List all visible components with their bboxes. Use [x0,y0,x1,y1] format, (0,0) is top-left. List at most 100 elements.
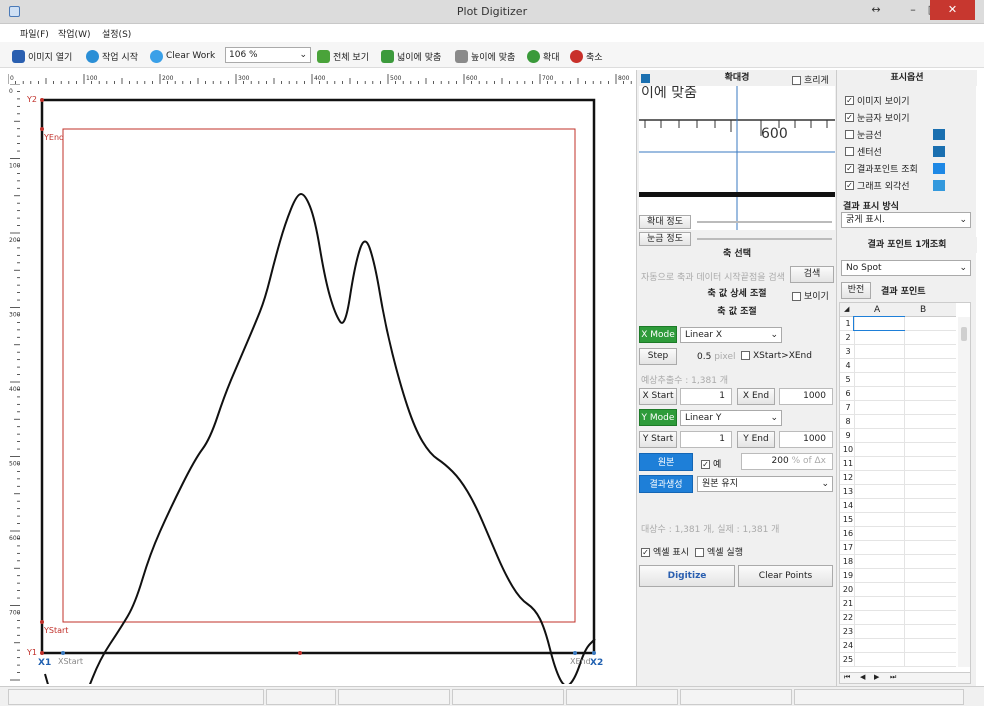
fit-all-button[interactable]: 전체 보기 [317,48,369,64]
x2-marker[interactable] [592,651,596,655]
cell-b[interactable] [904,457,956,470]
table-row[interactable]: 25 [840,653,956,667]
cell-a[interactable] [854,387,904,400]
cell-b[interactable] [904,401,956,414]
table-row[interactable]: 13 [840,485,956,499]
zoom-out-button[interactable]: 축소 [570,48,603,64]
minimize-button[interactable]: – [903,0,923,20]
cell-a[interactable] [854,555,904,568]
cell-b[interactable] [904,611,956,624]
y1-marker[interactable] [40,651,44,655]
display-option[interactable]: ✓ 이미지 보이기 [845,94,910,107]
step-value[interactable]: 0.5 pixel [697,352,736,362]
option-checkbox[interactable]: ✓ [845,113,854,122]
option-checkbox[interactable]: ✓ [845,96,854,105]
cell-b[interactable] [904,331,956,344]
center-marker[interactable] [298,651,302,655]
ystart-marker[interactable] [40,620,44,624]
cell-b[interactable] [904,597,956,610]
grid-scroll-thumb[interactable] [961,327,967,341]
clear-work-button[interactable]: Clear Work [150,48,215,64]
excel-show-checkbox[interactable]: ✓ 엑셀 표시 [641,545,689,558]
table-row[interactable]: 11 [840,457,956,471]
table-row[interactable]: 24 [840,639,956,653]
cell-b[interactable] [904,485,956,498]
cell-a[interactable] [854,583,904,596]
blur-checkbox[interactable]: 흐리게 [792,73,829,86]
option-color-swatch[interactable] [933,129,945,140]
grid-scrollbar[interactable] [958,317,970,667]
cell-b[interactable] [904,429,956,442]
table-row[interactable]: 15 [840,513,956,527]
cell-b[interactable] [904,653,956,666]
cell-a[interactable] [854,401,904,414]
table-row[interactable]: 20 [840,583,956,597]
result-button[interactable]: 결과생성 [639,475,693,493]
excel-run-checkbox[interactable]: 엑셀 실행 [695,545,743,558]
open-image-button[interactable]: 이미지 열기 [12,48,72,64]
table-row[interactable]: 3 [840,345,956,359]
menu-settings[interactable]: 설정(S) [102,27,131,40]
prev-icon[interactable]: ◀ [860,673,865,681]
last-icon[interactable]: ⏭ [890,673,896,682]
zoom-level-slider[interactable] [697,221,832,223]
result-points-grid[interactable]: ◢ A B 1 2 3 4 5 6 7 8 9 10 11 12 13 14 15 16 17 18 19 20 21 2… [839,302,971,682]
cell-b[interactable] [904,541,956,554]
display-option[interactable]: ✓ 그래프 외각선 [845,179,910,192]
cell-b[interactable] [904,373,956,386]
yend-button[interactable]: Y End [737,431,775,448]
table-row[interactable]: 18 [840,555,956,569]
cell-a[interactable] [854,457,904,470]
ruler-level-slider[interactable] [697,238,832,240]
cell-a[interactable] [854,485,904,498]
next-icon[interactable]: ▶ [874,673,879,681]
xend-input[interactable]: 1000 [779,388,833,405]
cell-a[interactable] [854,429,904,442]
cell-a[interactable] [854,373,904,386]
digitize-button[interactable]: Digitize [639,565,735,587]
cell-b[interactable] [904,527,956,540]
cell-a[interactable] [853,316,905,331]
result-mode-select[interactable]: 굵게 표시. ⌄ [841,212,971,228]
invert-button[interactable]: 반전 [841,282,871,299]
menu-file[interactable]: 파일(F) [20,27,49,40]
cell-b[interactable] [904,387,956,400]
fit-height-button[interactable]: 높이에 맞춤 [455,48,515,64]
cell-a[interactable] [854,625,904,638]
plot-canvas[interactable]: Y2 YEnd YStart Y1 X1 XStart XEnd X2 [20,84,633,684]
axis-detail-show-checkbox[interactable]: 보이기 [792,289,829,302]
cell-a[interactable] [854,443,904,456]
cell-a[interactable] [854,597,904,610]
table-row[interactable]: 14 [840,499,956,513]
table-row[interactable]: 7 [840,401,956,415]
cell-a[interactable] [854,331,904,344]
display-option[interactable]: ✓ 결과포인트 조회 [845,162,918,175]
table-row[interactable]: 4 [840,359,956,373]
table-row[interactable]: 17 [840,541,956,555]
table-row[interactable]: 5 [840,373,956,387]
cell-a[interactable] [854,569,904,582]
restore-icon[interactable]: ↔ [866,0,886,20]
xstart-input[interactable]: 1 [680,388,732,405]
table-row[interactable]: 16 [840,527,956,541]
display-option[interactable]: 센터선 [845,145,882,158]
cell-b[interactable] [904,499,956,512]
xend-button[interactable]: X End [737,388,775,405]
step-button[interactable]: Step [639,348,677,365]
cell-b[interactable] [904,415,956,428]
cell-a[interactable] [854,345,904,358]
table-row[interactable]: 1 [840,316,956,331]
xstart-button[interactable]: X Start [639,388,677,405]
table-row[interactable]: 2 [840,331,956,345]
cell-b[interactable] [904,639,956,652]
table-row[interactable]: 23 [840,625,956,639]
xstart-xend-checkbox[interactable]: XStart>XEnd [741,351,812,361]
cell-b[interactable] [904,555,956,568]
table-row[interactable]: 10 [840,443,956,457]
table-row[interactable]: 6 [840,387,956,401]
xmode-select[interactable]: Linear X ⌄ [680,327,782,343]
option-checkbox[interactable]: ✓ [845,164,854,173]
table-row[interactable]: 22 [840,611,956,625]
smooth-input[interactable]: 200 % of Δx [741,453,833,470]
cell-b[interactable] [904,317,956,330]
